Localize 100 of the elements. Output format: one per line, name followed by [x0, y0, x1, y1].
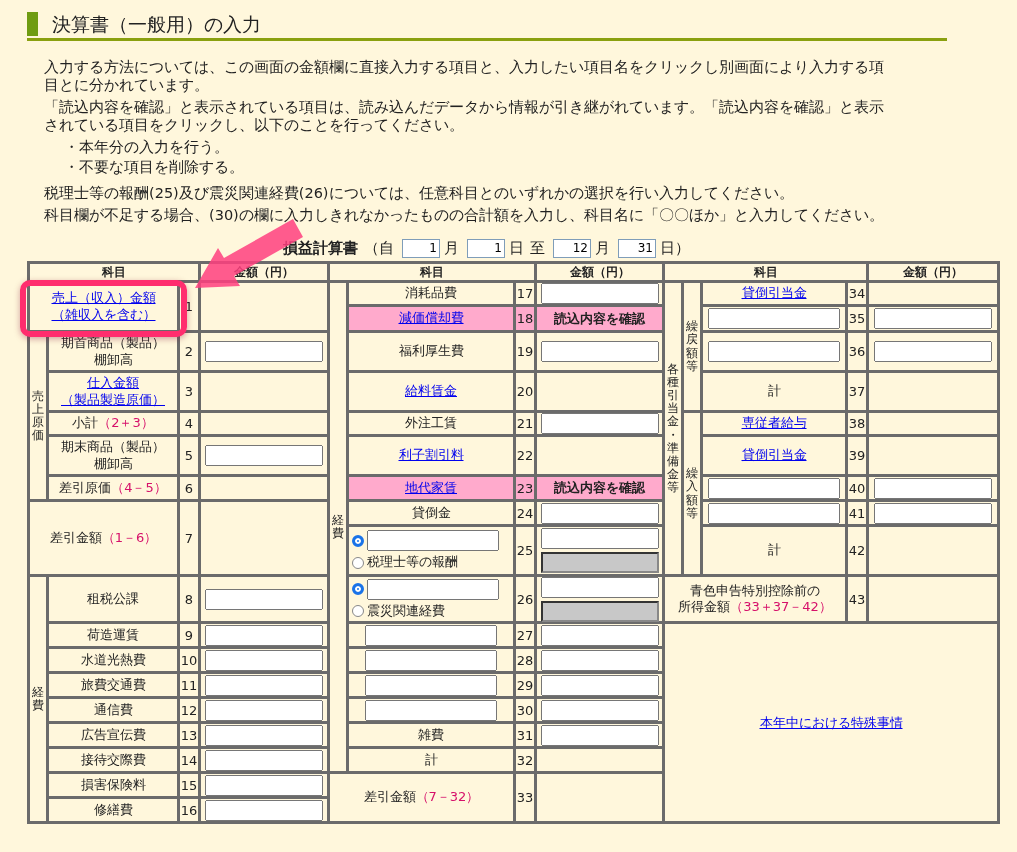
status-text[interactable]: 読込内容を確認	[554, 479, 645, 497]
amount-field[interactable]	[540, 724, 659, 746]
item-link[interactable]: 減価償却費	[398, 310, 464, 326]
amount-field[interactable]	[540, 528, 659, 549]
group-label: 経費	[32, 685, 44, 713]
item-link[interactable]: 売上（収入）金額	[51, 290, 156, 306]
instruction-text: 科目欄が不足する場合、(30)の欄に入力しきれなかったものの合計額を入力し、科目名に「〇〇ほか」と入力してください。	[44, 206, 885, 224]
name-field[interactable]	[367, 578, 499, 600]
row-number: 19	[516, 344, 534, 359]
item-link[interactable]: 貸倒引当金	[741, 447, 807, 463]
item-link[interactable]: 貸倒引当金	[741, 285, 807, 301]
radio-button[interactable]	[352, 556, 364, 569]
date-field[interactable]: 31	[618, 238, 656, 258]
name-field[interactable]	[708, 341, 840, 362]
date-label: 月	[595, 238, 610, 258]
row-number: 7	[184, 530, 194, 546]
row-number: 24	[516, 505, 534, 521]
amount-field[interactable]	[205, 774, 323, 796]
name-field[interactable]	[708, 502, 840, 524]
amount-field[interactable]	[540, 699, 659, 721]
amount-field[interactable]	[205, 749, 323, 771]
radio-button[interactable]	[352, 605, 364, 617]
amount-field[interactable]	[540, 624, 659, 646]
status-text[interactable]: 読込内容を確認	[554, 309, 645, 328]
amount-field[interactable]	[205, 588, 323, 610]
row-number: 26	[516, 591, 534, 607]
item-link[interactable]: （製品製造原価）	[61, 391, 165, 407]
amount-field[interactable]	[205, 674, 323, 696]
item-label: 青色申告特別控除前の	[690, 582, 820, 598]
item-label: 福利厚生費	[398, 343, 464, 359]
amount-field[interactable]	[205, 649, 323, 671]
column-header: 科目	[102, 263, 126, 281]
radio-button[interactable]	[352, 583, 364, 596]
amount-field[interactable]	[540, 502, 659, 524]
row-number: 21	[516, 416, 534, 431]
item-link[interactable]: 給料賃金	[405, 383, 457, 399]
page-title: 決算書（一般用）の入力	[27, 12, 261, 36]
group-label: 各種引当金・準備金等	[667, 362, 679, 495]
name-field[interactable]	[365, 649, 497, 671]
row-number: 10	[180, 652, 198, 668]
instruction-text: 入力する方法については、この画面の金額欄に直接入力する項目と、入力したい項目名をクリックし別画面により入力する項目とに分かれています。	[44, 58, 885, 94]
amount-field[interactable]	[205, 624, 323, 646]
name-field[interactable]	[708, 308, 840, 329]
row-number: 33	[516, 790, 534, 805]
amount-field[interactable]	[205, 445, 323, 466]
date-field[interactable]: 1	[402, 238, 440, 258]
amount-field[interactable]	[874, 502, 992, 524]
item-label: 期末商品（製品）	[61, 439, 165, 455]
item-link[interactable]: 利子割引料	[398, 447, 464, 463]
date-field[interactable]: 12	[553, 238, 591, 258]
row-number: 2	[184, 344, 194, 359]
formula-text: （7－32）	[415, 789, 480, 805]
name-field[interactable]	[365, 699, 497, 721]
amount-field[interactable]	[205, 341, 323, 362]
row-number: 17	[516, 286, 534, 301]
row-number: 20	[516, 384, 534, 399]
name-field[interactable]	[708, 477, 840, 499]
row-number: 18	[516, 311, 534, 326]
amount-field[interactable]	[205, 799, 323, 821]
amount-field[interactable]	[540, 283, 659, 304]
item-link[interactable]: 専従者給与	[741, 415, 807, 431]
amount-field[interactable]	[205, 699, 323, 721]
amount-field[interactable]	[540, 341, 659, 362]
item-label: 計	[767, 383, 781, 399]
item-label: 所得金額	[678, 599, 731, 614]
item-label: 差引金額	[363, 789, 416, 805]
amount-field[interactable]	[874, 308, 992, 329]
radio-button[interactable]	[352, 534, 364, 547]
row-number: 9	[184, 627, 194, 643]
date-label: 月	[444, 238, 459, 258]
date-field[interactable]: 1	[467, 238, 505, 258]
amount-field[interactable]	[540, 576, 659, 598]
formula-text: （1－6）	[101, 529, 158, 545]
row-number: 43	[848, 591, 866, 607]
group-label: 繰入額等	[686, 467, 698, 520]
item-label: 震災関連経費	[367, 602, 445, 618]
amount-field[interactable]	[874, 477, 992, 499]
item-link[interactable]: （雑収入を含む）	[51, 306, 156, 322]
bullet-item: ・不要な項目を削除する。	[64, 158, 245, 176]
row-number: 11	[180, 677, 198, 693]
amount-field[interactable]	[540, 413, 659, 434]
item-link[interactable]: 仕入金額	[87, 375, 139, 391]
item-label: 差引原価	[59, 479, 112, 495]
row-number: 15	[180, 777, 198, 793]
amount-field[interactable]	[205, 724, 323, 746]
row-number: 16	[180, 802, 198, 818]
row-number: 22	[516, 448, 534, 463]
item-label: 通信費	[93, 701, 133, 717]
special-note-link[interactable]: 本年中における特殊事情	[759, 713, 903, 732]
name-field[interactable]	[365, 674, 497, 696]
row-number: 13	[180, 727, 198, 743]
amount-field[interactable]	[540, 649, 659, 671]
amount-field[interactable]	[874, 341, 992, 362]
item-label: 棚卸高	[93, 351, 133, 367]
name-field[interactable]	[365, 624, 497, 646]
name-field[interactable]	[367, 530, 499, 552]
row-number: 12	[180, 702, 198, 718]
item-link[interactable]: 地代家賃	[405, 479, 457, 495]
amount-field[interactable]	[540, 674, 659, 696]
row-number: 40	[848, 480, 866, 496]
